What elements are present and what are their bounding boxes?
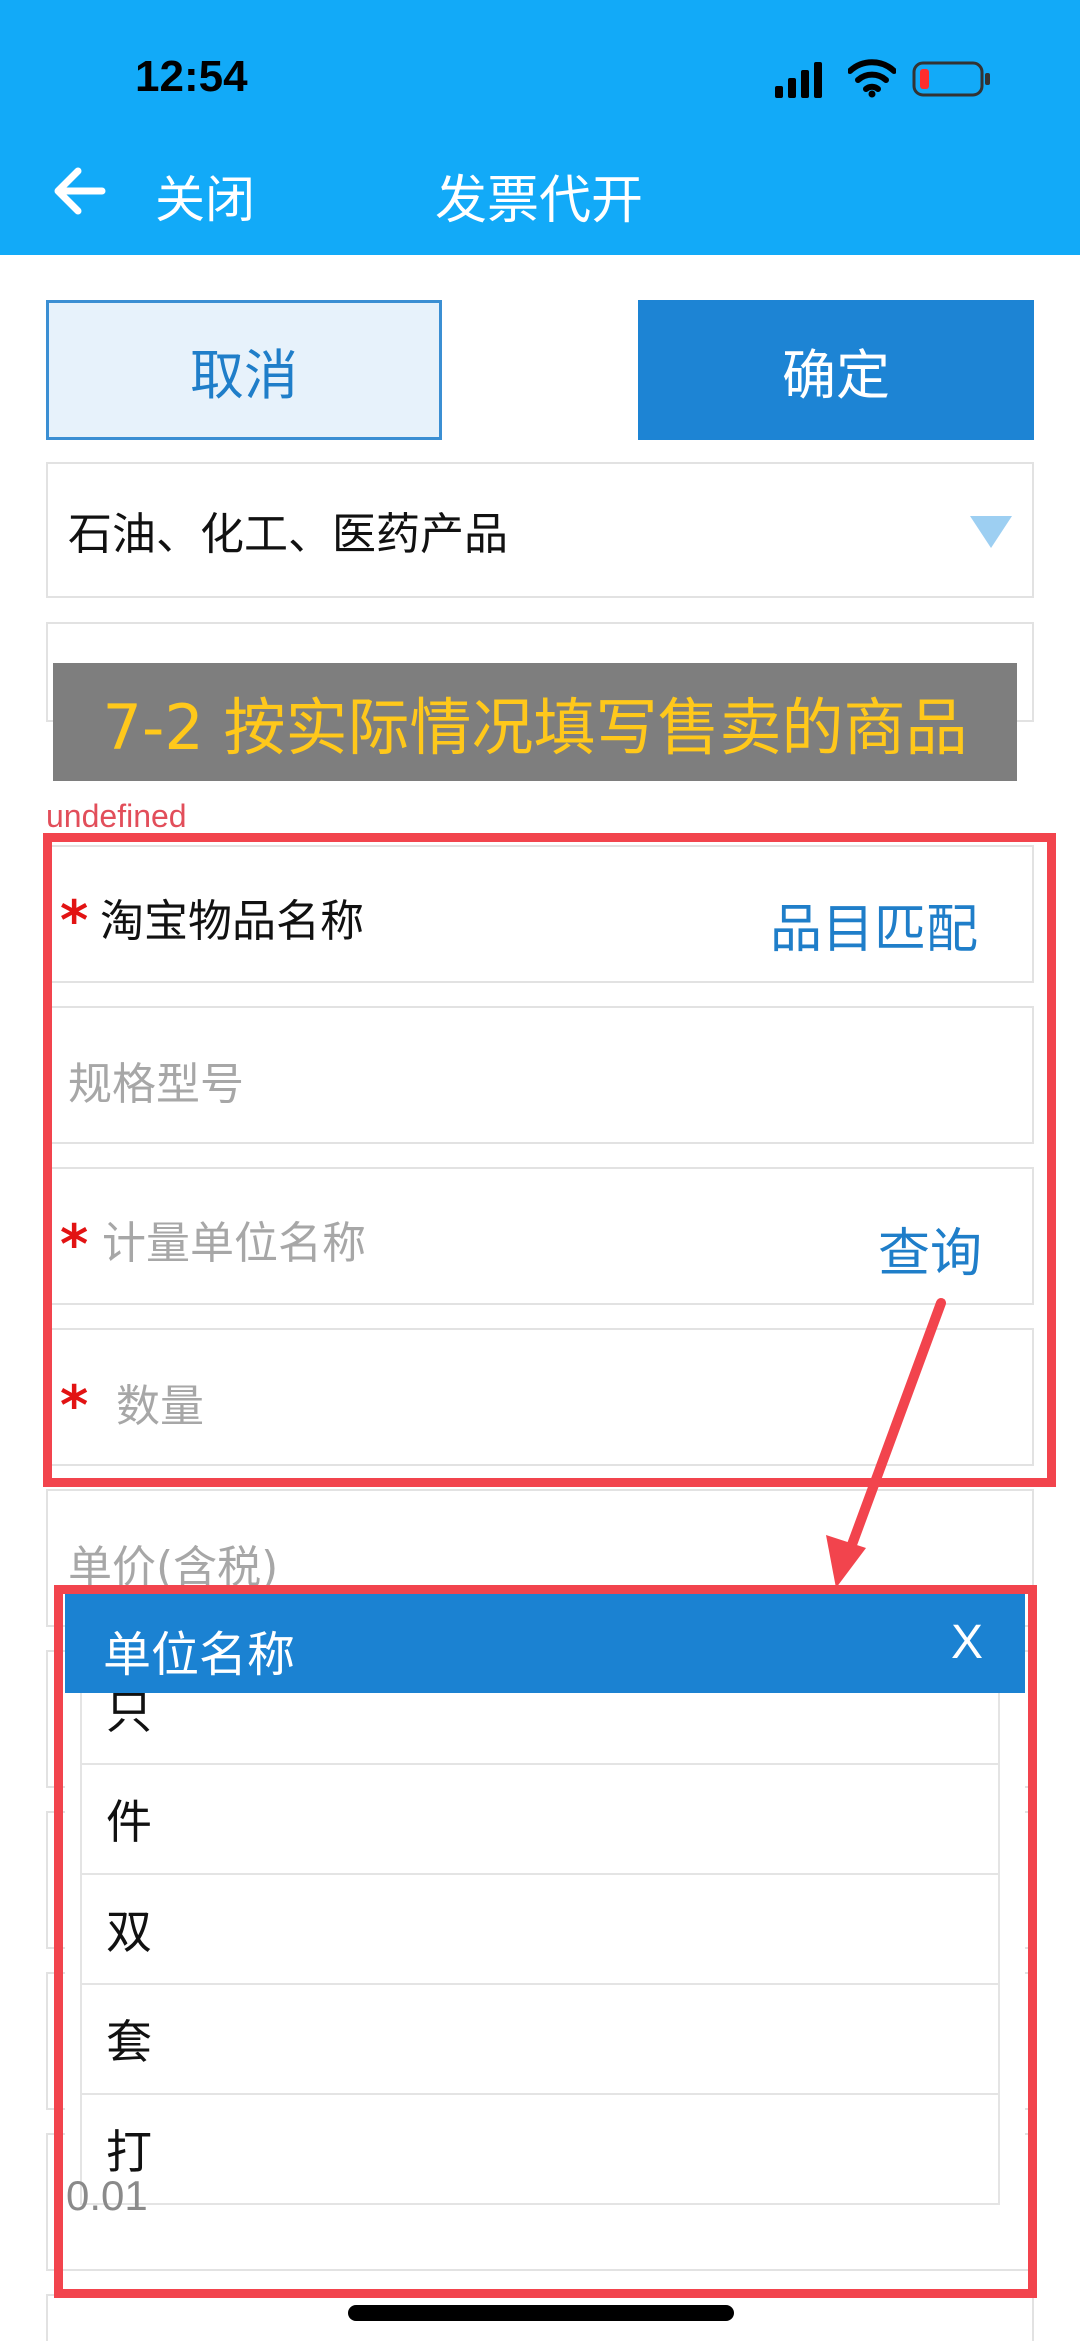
top-bar: 12:54 关闭 发票代开 [0, 0, 1080, 255]
confirm-button[interactable]: 确定 [638, 300, 1034, 440]
undefined-warning: undefined [46, 798, 187, 834]
annotation-banner: 7-2 按实际情况填写售卖的商品 [53, 663, 1017, 781]
category-select[interactable]: 石油、化工、医药产品 [46, 462, 1034, 598]
page-title: 发票代开 [435, 171, 644, 231]
signal-icon [775, 62, 822, 98]
back-arrow-icon[interactable] [52, 163, 108, 219]
highlight-box-fields [43, 833, 1056, 1487]
home-indicator [348, 2305, 734, 2321]
close-link[interactable]: 关闭 [155, 160, 255, 232]
status-time: 12:54 [135, 52, 248, 101]
wifi-icon [848, 59, 896, 98]
category-select-value: 石油、化工、医药产品 [68, 509, 508, 560]
dropdown-caret-icon [970, 516, 1012, 548]
battery-low-icon [912, 61, 990, 97]
annotation-text: 7-2 按实际情况填写售卖的商品 [102, 691, 968, 764]
highlight-box-dialog [54, 1585, 1037, 2298]
cancel-button[interactable]: 取消 [46, 300, 442, 440]
